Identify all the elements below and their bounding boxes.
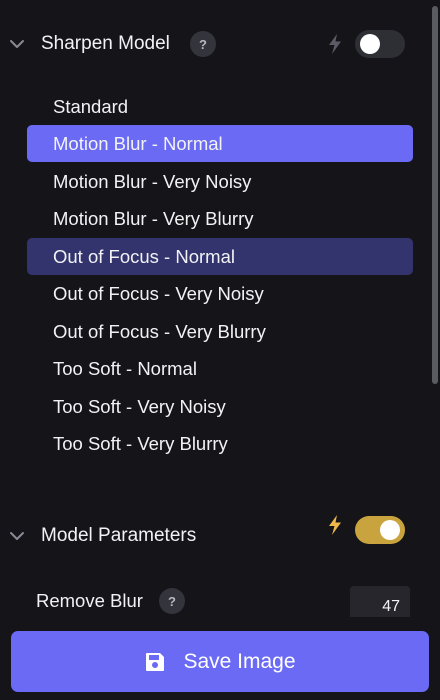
toggle-knob	[360, 34, 380, 54]
model-option-label: Out of Focus - Normal	[53, 245, 235, 267]
model-option-too-soft-normal[interactable]: Too Soft - Normal	[27, 350, 413, 387]
scrollbar[interactable]	[430, 0, 440, 620]
model-option-out-of-focus-very-noisy[interactable]: Out of Focus - Very Noisy	[27, 275, 413, 312]
sharpen-model-title: Sharpen Model	[41, 33, 170, 54]
model-option-motion-blur-normal[interactable]: Motion Blur - Normal	[27, 125, 413, 162]
model-option-label: Motion Blur - Normal	[53, 132, 223, 154]
model-option-label: Motion Blur - Very Blurry	[53, 207, 254, 229]
model-option-motion-blur-very-noisy[interactable]: Motion Blur - Very Noisy	[27, 163, 413, 200]
help-icon[interactable]: ?	[190, 31, 216, 57]
model-option-motion-blur-very-blurry[interactable]: Motion Blur - Very Blurry	[27, 200, 413, 237]
toggle-knob	[380, 520, 400, 540]
model-option-out-of-focus-normal[interactable]: Out of Focus - Normal	[27, 238, 413, 275]
model-option-standard[interactable]: Standard	[27, 88, 413, 125]
model-option-label: Out of Focus - Very Blurry	[53, 320, 266, 342]
model-parameters-title: Model Parameters	[41, 525, 197, 546]
help-icon[interactable]: ?	[159, 588, 185, 614]
model-option-out-of-focus-very-blurry[interactable]: Out of Focus - Very Blurry	[27, 313, 413, 350]
scrollbar-thumb[interactable]	[432, 6, 438, 384]
footer: Save Image	[0, 617, 440, 700]
model-option-label: Out of Focus - Very Noisy	[53, 282, 264, 304]
sharpen-model-toggle[interactable]	[355, 30, 405, 58]
model-option-label: Too Soft - Very Blurry	[53, 432, 228, 454]
save-image-button[interactable]: Save Image	[11, 631, 429, 692]
floppy-disk-icon	[144, 651, 166, 673]
remove-blur-label: Remove Blur	[36, 590, 143, 611]
sharpen-panel: Sharpen Model ? Standard Motion Blur - N…	[0, 0, 440, 700]
lightning-bolt-icon	[327, 514, 343, 536]
model-parameters-header[interactable]: Model Parameters	[0, 514, 430, 556]
sharpen-model-header[interactable]: Sharpen Model ?	[0, 24, 430, 64]
lightning-bolt-icon	[327, 33, 343, 55]
model-option-label: Standard	[53, 95, 129, 117]
save-image-label: Save Image	[183, 649, 296, 673]
model-option-label: Too Soft - Normal	[53, 357, 197, 379]
model-option-too-soft-very-noisy[interactable]: Too Soft - Very Noisy	[27, 388, 413, 425]
model-option-too-soft-very-blurry[interactable]: Too Soft - Very Blurry	[27, 425, 413, 462]
model-parameters-toggle[interactable]	[355, 516, 405, 544]
chevron-down-icon[interactable]	[8, 527, 26, 545]
model-option-label: Motion Blur - Very Noisy	[53, 170, 252, 192]
chevron-down-icon[interactable]	[8, 35, 26, 53]
model-option-label: Too Soft - Very Noisy	[53, 395, 226, 417]
